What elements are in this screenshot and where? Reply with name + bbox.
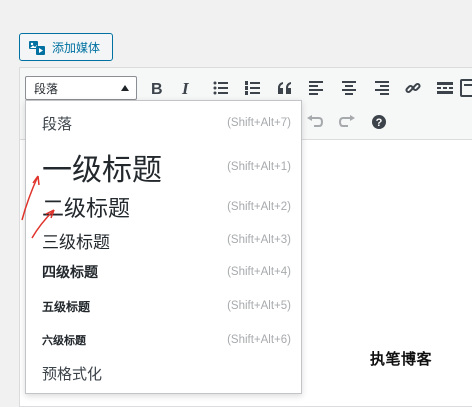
format-item-heading-5[interactable]: 五级标题 (Shift+Alt+5)	[26, 291, 301, 321]
format-item-label: 三级标题	[42, 232, 110, 253]
format-select[interactable]: 段落	[25, 76, 137, 100]
format-item-heading-2[interactable]: 二级标题 (Shift+Alt+2)	[26, 189, 301, 225]
format-item-heading-4[interactable]: 四级标题 (Shift+Alt+4)	[26, 257, 301, 287]
bullet-list-icon	[213, 81, 228, 95]
format-item-shortcut: (Shift+Alt+1)	[227, 161, 291, 173]
align-right-icon	[375, 81, 389, 95]
format-item-shortcut: (Shift+Alt+2)	[227, 201, 291, 213]
format-item-label: 段落	[42, 114, 73, 133]
format-item-paragraph[interactable]: 段落 (Shift+Alt+7)	[26, 107, 301, 139]
redo-button[interactable]	[336, 110, 358, 134]
link-button[interactable]	[402, 76, 424, 100]
italic-button[interactable]: I	[176, 76, 198, 100]
numbered-list-button[interactable]	[242, 76, 264, 100]
blockquote-button[interactable]	[274, 76, 296, 100]
format-item-preformatted[interactable]: 预格式化	[26, 357, 301, 389]
align-center-icon	[342, 81, 356, 95]
caret-up-icon	[121, 85, 129, 91]
format-item-label: 四级标题	[42, 265, 98, 281]
format-item-shortcut: (Shift+Alt+7)	[227, 117, 291, 129]
italic-icon: I	[181, 80, 190, 96]
toolbar-toggle-button[interactable]	[460, 76, 472, 100]
read-more-icon	[437, 82, 453, 94]
svg-text:?: ?	[376, 117, 383, 129]
align-center-button[interactable]	[338, 76, 360, 100]
toolbar-toggle-icon	[460, 79, 472, 97]
format-item-label: 二级标题	[42, 197, 131, 222]
format-dropdown: 段落 (Shift+Alt+7) 一级标题 (Shift+Alt+1) 二级标题…	[25, 100, 302, 394]
format-item-heading-6[interactable]: 六级标题 (Shift+Alt+6)	[26, 325, 301, 355]
align-left-button[interactable]	[306, 76, 328, 100]
undo-icon	[307, 115, 324, 127]
format-item-label: 一级标题	[42, 153, 162, 188]
format-item-label: 六级标题	[42, 334, 86, 347]
link-icon	[405, 82, 421, 94]
bold-button[interactable]: B	[146, 76, 168, 100]
format-item-heading-3[interactable]: 三级标题 (Shift+Alt+3)	[26, 225, 301, 255]
quote-icon	[278, 82, 291, 94]
format-item-shortcut: (Shift+Alt+3)	[227, 234, 291, 246]
add-media-label: 添加媒体	[52, 40, 101, 55]
format-item-label: 预格式化	[42, 364, 103, 383]
svg-text:B: B	[151, 81, 163, 96]
undo-button[interactable]	[304, 110, 326, 134]
format-item-shortcut: (Shift+Alt+4)	[227, 266, 291, 278]
format-item-shortcut: (Shift+Alt+6)	[227, 334, 291, 346]
help-icon: ?	[372, 115, 386, 129]
help-button[interactable]: ?	[368, 110, 390, 134]
format-item-heading-1[interactable]: 一级标题 (Shift+Alt+1)	[26, 143, 301, 191]
svg-text:I: I	[181, 80, 190, 96]
numbered-list-icon	[245, 81, 260, 95]
read-more-button[interactable]	[434, 76, 456, 100]
align-right-button[interactable]	[370, 76, 392, 100]
format-item-label: 五级标题	[42, 299, 91, 314]
bold-icon: B	[151, 81, 163, 96]
media-icon	[29, 41, 45, 55]
add-media-button[interactable]: 添加媒体	[19, 33, 113, 61]
watermark: 执笔博客	[370, 350, 433, 368]
align-left-icon	[309, 81, 323, 95]
format-item-shortcut: (Shift+Alt+5)	[227, 300, 291, 312]
redo-icon	[338, 115, 355, 127]
format-select-value: 段落	[34, 81, 59, 96]
bullet-list-button[interactable]	[210, 76, 232, 100]
